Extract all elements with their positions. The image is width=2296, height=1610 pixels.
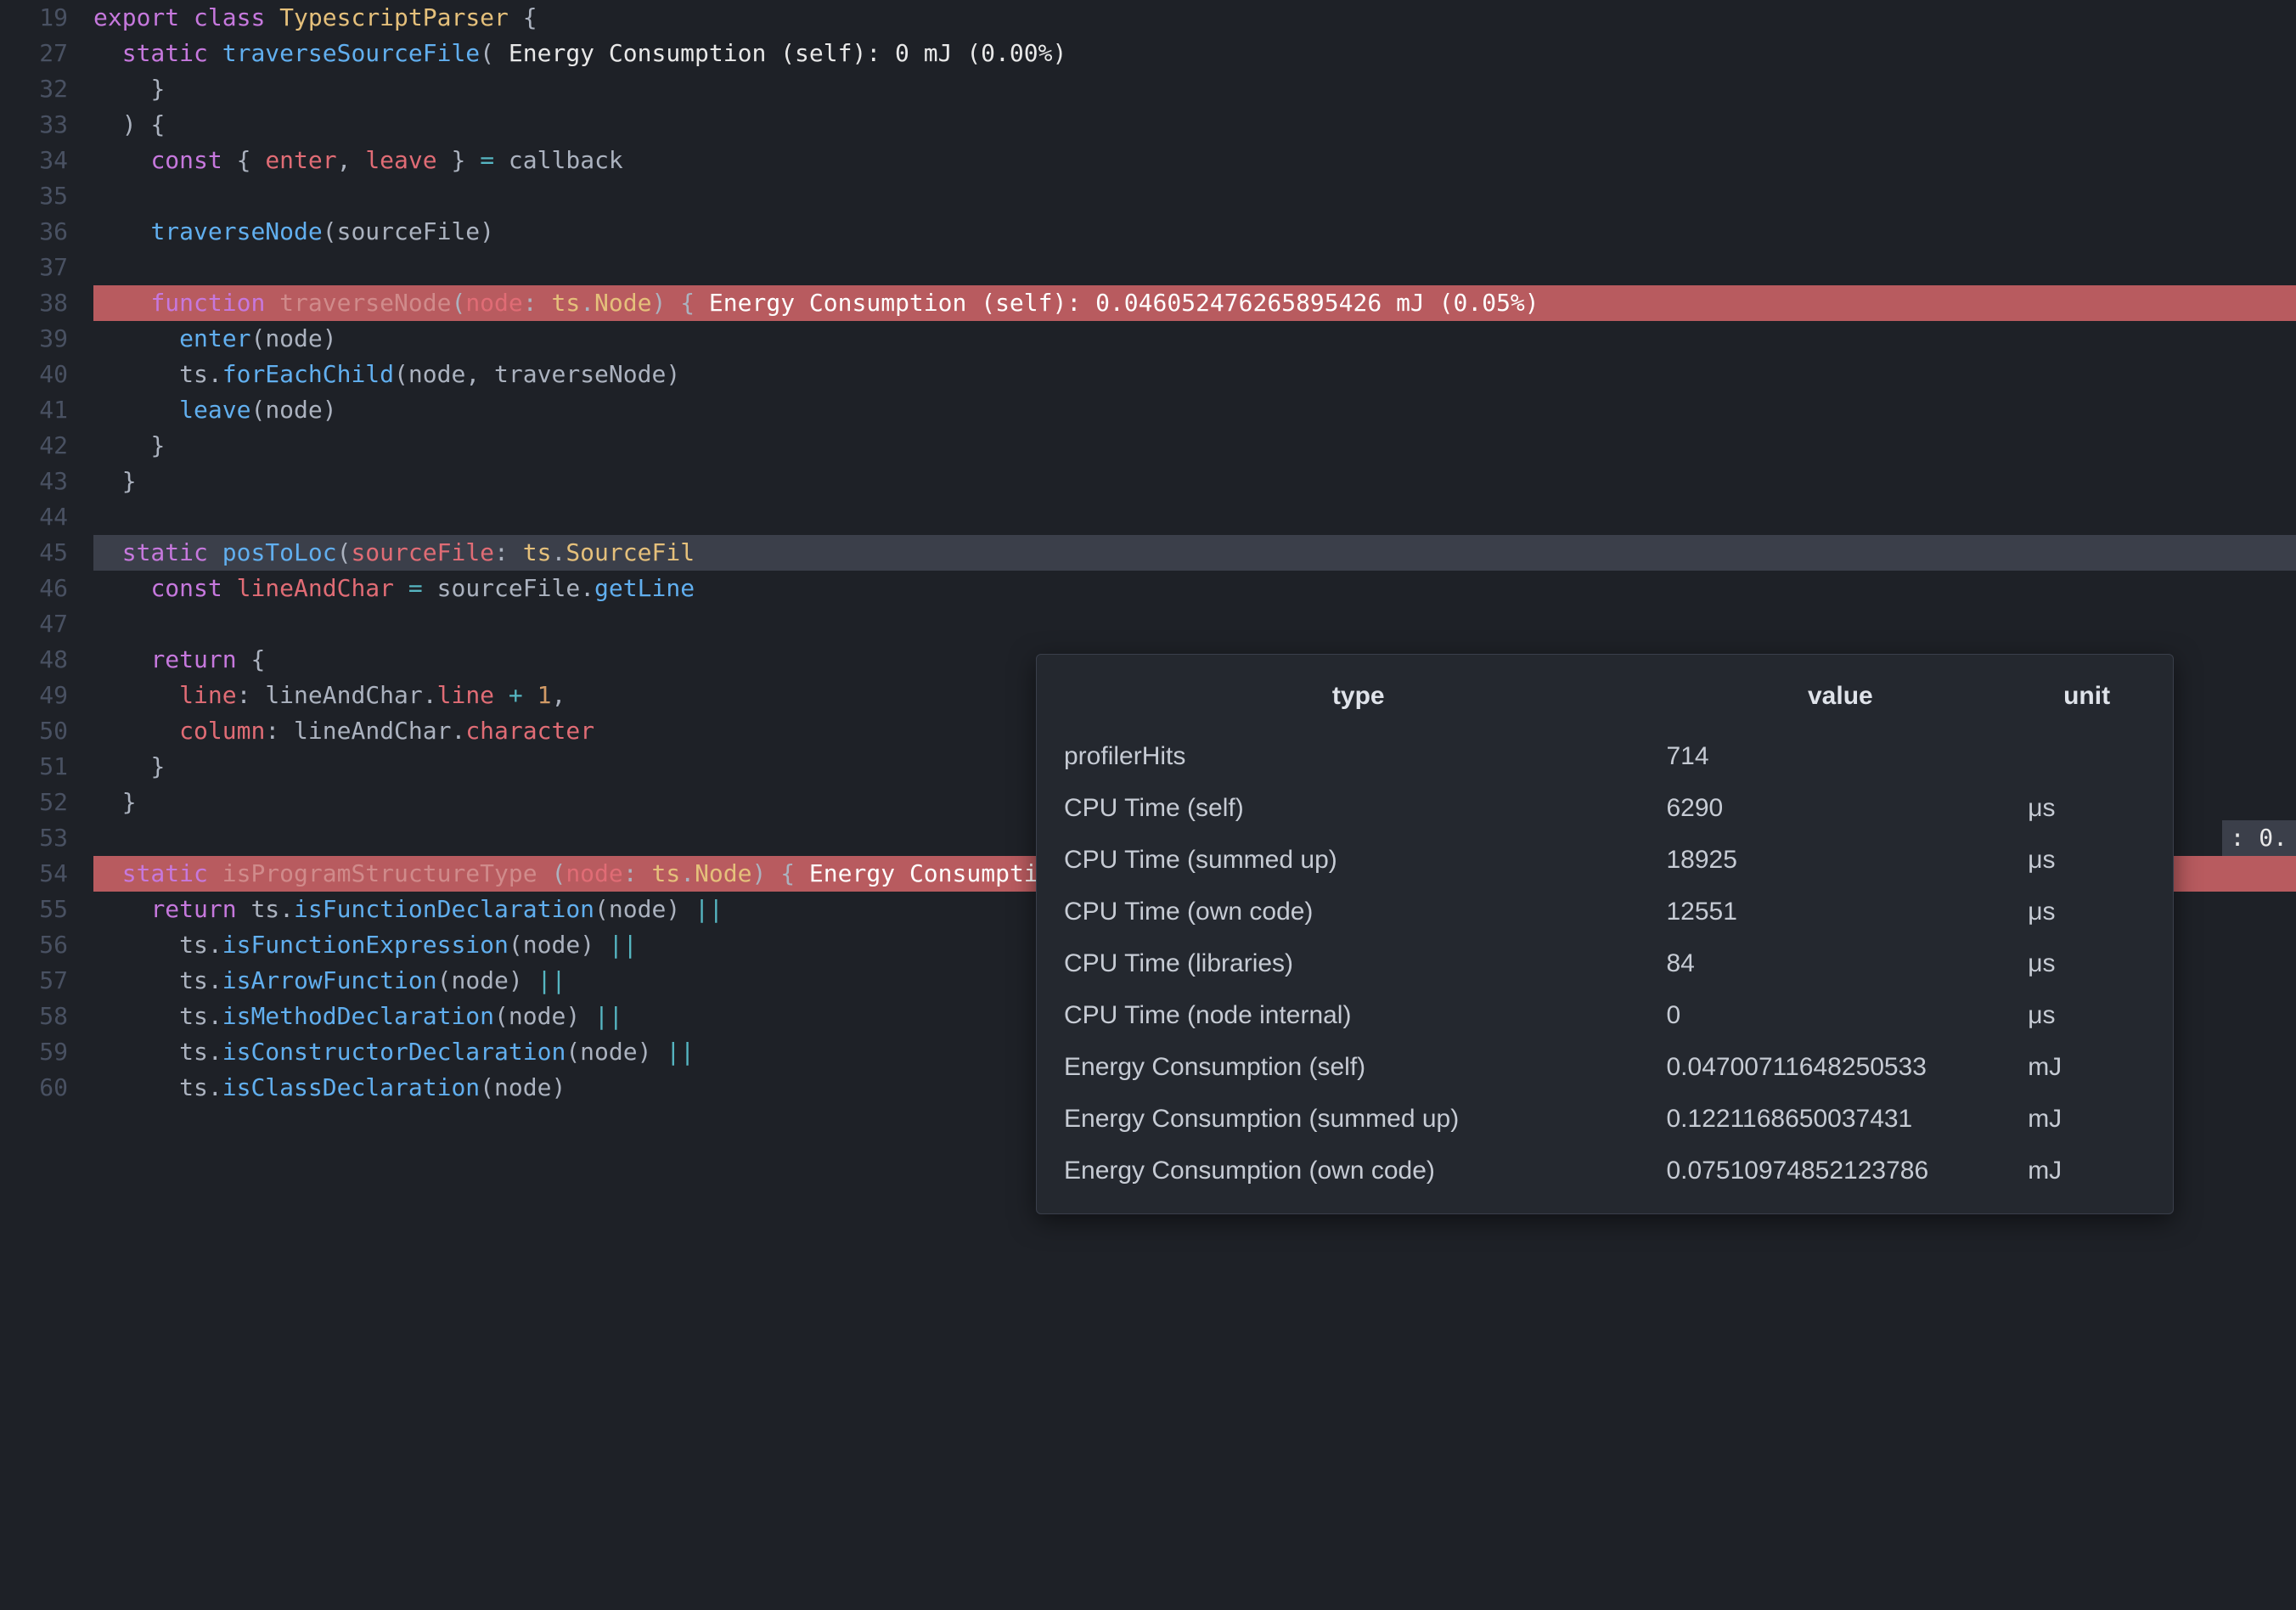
line-number: 50 [0,713,68,749]
code-line[interactable]: export class TypescriptParser { [93,0,2296,36]
line-number: 44 [0,499,68,535]
code-line[interactable] [93,499,2296,535]
line-number: 43 [0,464,68,499]
inline-metric: Energy Consumption (self): 0.04605247626… [695,289,1539,317]
code-line[interactable] [93,250,2296,285]
line-number: 60 [0,1070,68,1106]
truncated-metric-peek: : 0. [2222,820,2296,856]
code-line[interactable]: leave(node) [93,392,2296,428]
line-number: 45 [0,535,68,571]
code-line[interactable]: static posToLoc(sourceFile: ts.SourceFil [93,535,2296,571]
table-row: CPU Time (summed up)18925μs [1057,834,2152,886]
col-header-value: value [1660,668,2022,730]
line-number: 58 [0,999,68,1034]
line-number: 34 [0,143,68,178]
line-number: 52 [0,785,68,820]
line-number: 39 [0,321,68,357]
line-number: 40 [0,357,68,392]
profiler-table: type value unit profilerHits714 CPU Time… [1057,668,2152,1196]
code-line[interactable]: } [93,71,2296,107]
table-row: Energy Consumption (self)0.0470071164825… [1057,1041,2152,1093]
line-number: 56 [0,927,68,963]
code-line[interactable]: const lineAndChar = sourceFile.getLine [93,571,2296,606]
profiler-tooltip: type value unit profilerHits714 CPU Time… [1036,654,2174,1214]
code-line[interactable] [93,178,2296,214]
inline-metric: Energy Consumption (self): 0 mJ (0.00%) [509,39,1066,67]
line-number-gutter: 19 27 32 33 34 35 36 37 38 39 40 41 42 4… [0,0,93,1610]
line-number: 51 [0,749,68,785]
line-number: 48 [0,642,68,678]
code-editor[interactable]: 19 27 32 33 34 35 36 37 38 39 40 41 42 4… [0,0,2296,1610]
line-number: 49 [0,678,68,713]
line-number: 19 [0,0,68,36]
code-line[interactable]: } [93,464,2296,499]
line-number: 37 [0,250,68,285]
code-line[interactable]: traverseNode(sourceFile) [93,214,2296,250]
col-header-unit: unit [2021,668,2152,730]
line-number: 47 [0,606,68,642]
code-line[interactable]: static traverseSourceFile( Energy Consum… [93,36,2296,71]
line-number: 35 [0,178,68,214]
table-row: CPU Time (node internal)0μs [1057,989,2152,1041]
code-line-highlighted[interactable]: function traverseNode(node: ts.Node) { E… [93,285,2296,321]
code-line[interactable] [93,606,2296,642]
line-number: 42 [0,428,68,464]
line-number: 27 [0,36,68,71]
code-line[interactable]: ts.forEachChild(node, traverseNode) [93,357,2296,392]
line-number: 46 [0,571,68,606]
line-number: 57 [0,963,68,999]
code-line[interactable]: const { enter, leave } = callback [93,143,2296,178]
col-header-type: type [1057,668,1660,730]
table-row: CPU Time (libraries)84μs [1057,937,2152,989]
table-row: Energy Consumption (summed up)0.12211686… [1057,1093,2152,1145]
table-row: Energy Consumption (own code)0.075109748… [1057,1145,2152,1196]
line-number: 59 [0,1034,68,1070]
line-number: 32 [0,71,68,107]
code-line[interactable]: } [93,428,2296,464]
line-number: 54 [0,856,68,892]
line-number: 33 [0,107,68,143]
table-row: profilerHits714 [1057,730,2152,782]
line-number: 55 [0,892,68,927]
code-line[interactable]: enter(node) [93,321,2296,357]
table-row: CPU Time (own code)12551μs [1057,886,2152,937]
line-number: 53 [0,820,68,856]
line-number: 41 [0,392,68,428]
table-row: CPU Time (self)6290μs [1057,782,2152,834]
code-line[interactable]: ) { [93,107,2296,143]
line-number: 38 [0,285,68,321]
line-number: 36 [0,214,68,250]
